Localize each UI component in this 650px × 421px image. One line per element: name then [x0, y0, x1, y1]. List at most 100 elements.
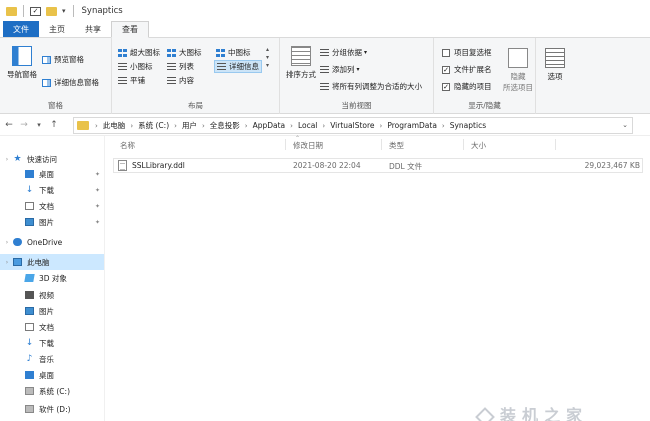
column-header-name[interactable]: 名称	[120, 140, 135, 151]
title-separator	[72, 5, 74, 17]
details-icon	[217, 62, 226, 71]
nav-pane-button[interactable]: 导航窗格	[6, 46, 38, 80]
details-pane-icon	[42, 78, 51, 87]
customize-toolbar-arrow-icon[interactable]: ▾	[62, 7, 66, 15]
sidebar-item[interactable]: 系统 (C:)	[0, 383, 104, 399]
hidden-items-checkbox[interactable]: ✓	[442, 82, 450, 91]
breadcrumb-virtualstore[interactable]: VirtualStore	[330, 121, 374, 130]
column-separator[interactable]	[555, 139, 556, 150]
layout-group-label: 布局	[188, 101, 203, 110]
sort-by-button[interactable]: 排序方式	[284, 46, 318, 80]
sidebar-item[interactable]: › OneDrive	[0, 234, 104, 250]
expand-chevron-icon[interactable]: ›	[4, 239, 10, 246]
column-header-modified[interactable]: 修改日期	[293, 140, 323, 151]
breadcrumb-separator[interactable]: ›	[442, 122, 445, 130]
details-pane-button[interactable]: 详细信息窗格	[42, 77, 99, 88]
breadcrumb-separator[interactable]: ›	[202, 122, 205, 130]
item-checkboxes-checkbox[interactable]	[442, 48, 450, 57]
breadcrumb-appdata[interactable]: AppData	[253, 121, 286, 130]
sidebar-item[interactable]: 桌面	[0, 367, 104, 383]
breadcrumb-synaptics[interactable]: Synaptics	[450, 121, 486, 130]
column-header-size[interactable]: 大小	[471, 140, 486, 151]
fit-columns-icon	[320, 82, 329, 91]
sidebar-item[interactable]: ↓ 下载	[0, 335, 104, 351]
sidebar-item[interactable]: 软件 (D:)	[0, 401, 104, 417]
breadcrumb-separator[interactable]: ›	[290, 122, 293, 130]
breadcrumb-drive-c[interactable]: 系统 (C:)	[138, 120, 169, 131]
ribbon: 导航窗格 预览窗格 详细信息窗格 窗格 超大图标 大图标 中图标 小图标 列表 …	[0, 38, 650, 114]
add-columns-button[interactable]: 添加列 ▾	[320, 64, 360, 75]
breadcrumb-local[interactable]: Local	[298, 121, 317, 130]
expand-chevron-icon[interactable]: ›	[4, 156, 10, 163]
tab-view[interactable]: 查看	[111, 21, 149, 38]
sidebar-item[interactable]: 桌面 ✦	[0, 166, 104, 182]
layout-list[interactable]: 列表	[167, 61, 194, 72]
sidebar-item[interactable]: 3D 对象	[0, 270, 104, 286]
fit-columns-button[interactable]: 将所有列调整为合适的大小	[320, 81, 422, 92]
large-icons-icon	[167, 48, 176, 57]
layout-small-icons[interactable]: 小图标	[118, 61, 153, 72]
file-extensions-checkbox[interactable]: ✓	[442, 65, 450, 74]
column-header-type[interactable]: 类型	[389, 140, 404, 151]
tab-home[interactable]: 主页	[39, 21, 75, 37]
layout-tiles[interactable]: 平铺	[118, 75, 145, 86]
sidebar-item[interactable]: › 此电脑	[0, 254, 104, 270]
layout-details[interactable]: 详细信息	[214, 60, 262, 73]
sidebar-item[interactable]: 视频	[0, 287, 104, 303]
large-icons-label: 大图标	[179, 48, 202, 57]
tab-file[interactable]: 文件	[3, 21, 39, 37]
up-arrow-icon[interactable]: ↑	[48, 120, 60, 130]
layout-medium-icons[interactable]: 中图标	[216, 47, 251, 58]
sidebar-item[interactable]: 文档 ✦	[0, 198, 104, 214]
sidebar-item[interactable]: 图片	[0, 303, 104, 319]
column-separator[interactable]	[381, 139, 382, 150]
layout-content[interactable]: 内容	[167, 75, 194, 86]
recent-locations-chevron-icon[interactable]: ▾	[33, 121, 45, 129]
file-extensions-toggle[interactable]: ✓ 文件扩展名	[442, 64, 492, 75]
sidebar-item[interactable]: › ★ 快速访问	[0, 151, 104, 167]
options-button[interactable]: 选项	[542, 48, 568, 82]
breadcrumb-separator[interactable]: ›	[380, 122, 383, 130]
desktop-icon	[25, 170, 34, 178]
breadcrumb-users[interactable]: 用户	[182, 120, 197, 131]
item-checkboxes-toggle[interactable]: 项目复选框	[442, 47, 492, 58]
layout-scroll-arrows[interactable]: ▴ ▾ ▾	[266, 46, 269, 70]
hidden-items-toggle[interactable]: ✓ 隐藏的项目	[442, 81, 492, 92]
window-title: Synaptics	[81, 6, 123, 16]
sort-icon	[291, 46, 311, 66]
sidebar-item-label: 图片	[39, 217, 54, 227]
properties-check-icon[interactable]: ✓	[30, 6, 41, 16]
back-arrow-icon[interactable]: ←	[3, 120, 15, 130]
sidebar-item[interactable]: ♪ 音乐	[0, 351, 104, 367]
file-list: ⌃ 名称 修改日期 类型 大小 SSLLibrary.ddl 2021-08-2…	[105, 135, 650, 421]
table-row[interactable]: SSLLibrary.ddl 2021-08-20 22:04 DDL 文件 2…	[113, 158, 643, 173]
hide-selected-button[interactable]: 隐藏 所选项目	[503, 48, 533, 93]
sidebar-item[interactable]: 文档	[0, 319, 104, 335]
column-separator[interactable]	[285, 139, 286, 150]
sidebar-item-label: OneDrive	[27, 237, 63, 247]
breadcrumb-separator[interactable]: ›	[245, 122, 248, 130]
address-dropdown-icon[interactable]: ⌄	[622, 121, 628, 129]
breadcrumb-separator[interactable]: ›	[130, 122, 133, 130]
layout-extra-large-icons[interactable]: 超大图标	[118, 47, 160, 58]
breadcrumb-separator[interactable]: ›	[174, 122, 177, 130]
breadcrumb-this-pc[interactable]: 此电脑	[103, 120, 126, 131]
breadcrumb-separator[interactable]: ›	[322, 122, 325, 130]
document-icon	[25, 202, 34, 210]
preview-pane-button[interactable]: 预览窗格	[42, 54, 84, 65]
sidebar-item[interactable]: 图片 ✦	[0, 214, 104, 230]
forward-arrow-icon[interactable]: →	[18, 120, 30, 130]
group-by-button[interactable]: 分组依据 ▾	[320, 47, 367, 58]
layout-large-icons[interactable]: 大图标	[167, 47, 202, 58]
star-icon: ★	[13, 154, 22, 164]
sidebar-item[interactable]: ↓ 下载 ✦	[0, 182, 104, 198]
sidebar-item-label: 文档	[39, 322, 54, 332]
column-separator[interactable]	[463, 139, 464, 150]
item-checkboxes-label: 项目复选框	[454, 48, 492, 57]
breadcrumb-programdata[interactable]: ProgramData	[387, 121, 437, 130]
breadcrumb-user[interactable]: 全息投影	[210, 120, 240, 131]
tab-share[interactable]: 共享	[75, 21, 111, 37]
expand-chevron-icon[interactable]: ›	[4, 259, 10, 266]
new-folder-icon[interactable]	[46, 6, 57, 16]
address-bar[interactable]: › 此电脑 › 系统 (C:) › 用户 › 全息投影 › AppData › …	[73, 117, 633, 134]
